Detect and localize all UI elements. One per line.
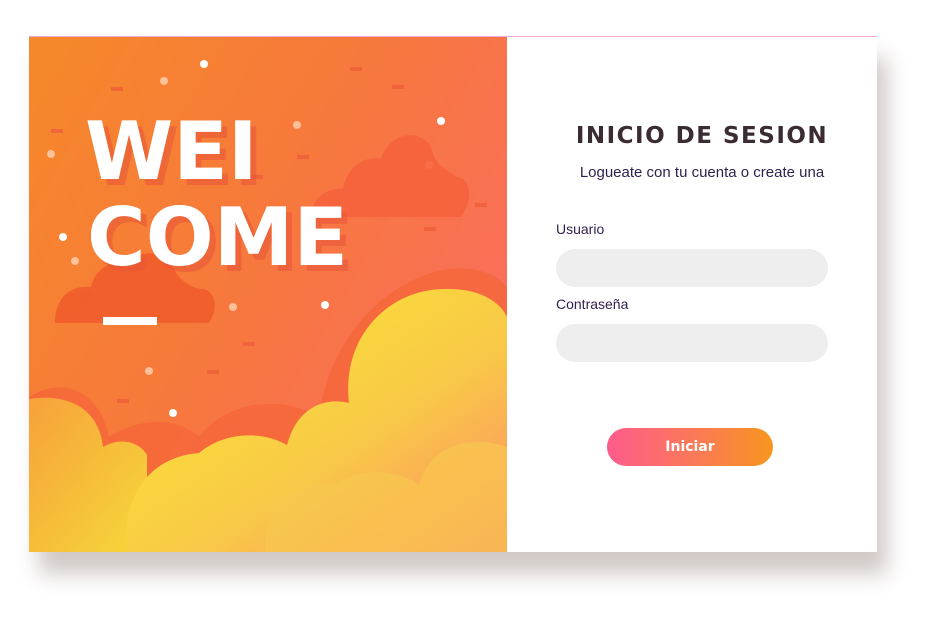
welcome-illustration: WEI WEI COME COME — [29, 37, 507, 552]
welcome-line1: WEI — [85, 105, 258, 198]
username-label: Usuario — [556, 221, 605, 237]
login-button[interactable]: Iniciar — [607, 428, 773, 466]
welcome-underline — [103, 317, 157, 325]
welcome-text: WEI WEI COME COME — [85, 105, 354, 290]
login-card: WEI WEI COME COME INICIO DE SESION Logue… — [29, 36, 877, 552]
login-title: INICIO DE SESION — [575, 123, 829, 149]
username-input[interactable] — [556, 249, 828, 287]
welcome-line2: COME — [87, 191, 348, 284]
login-subtitle: Logueate con tu cuenta o create una — [579, 164, 825, 181]
welcome-artwork: WEI WEI COME COME — [29, 60, 507, 552]
login-panel: INICIO DE SESION Logueate con tu cuenta … — [507, 37, 877, 552]
password-input[interactable] — [556, 324, 828, 362]
password-label: Contraseña — [556, 296, 629, 312]
